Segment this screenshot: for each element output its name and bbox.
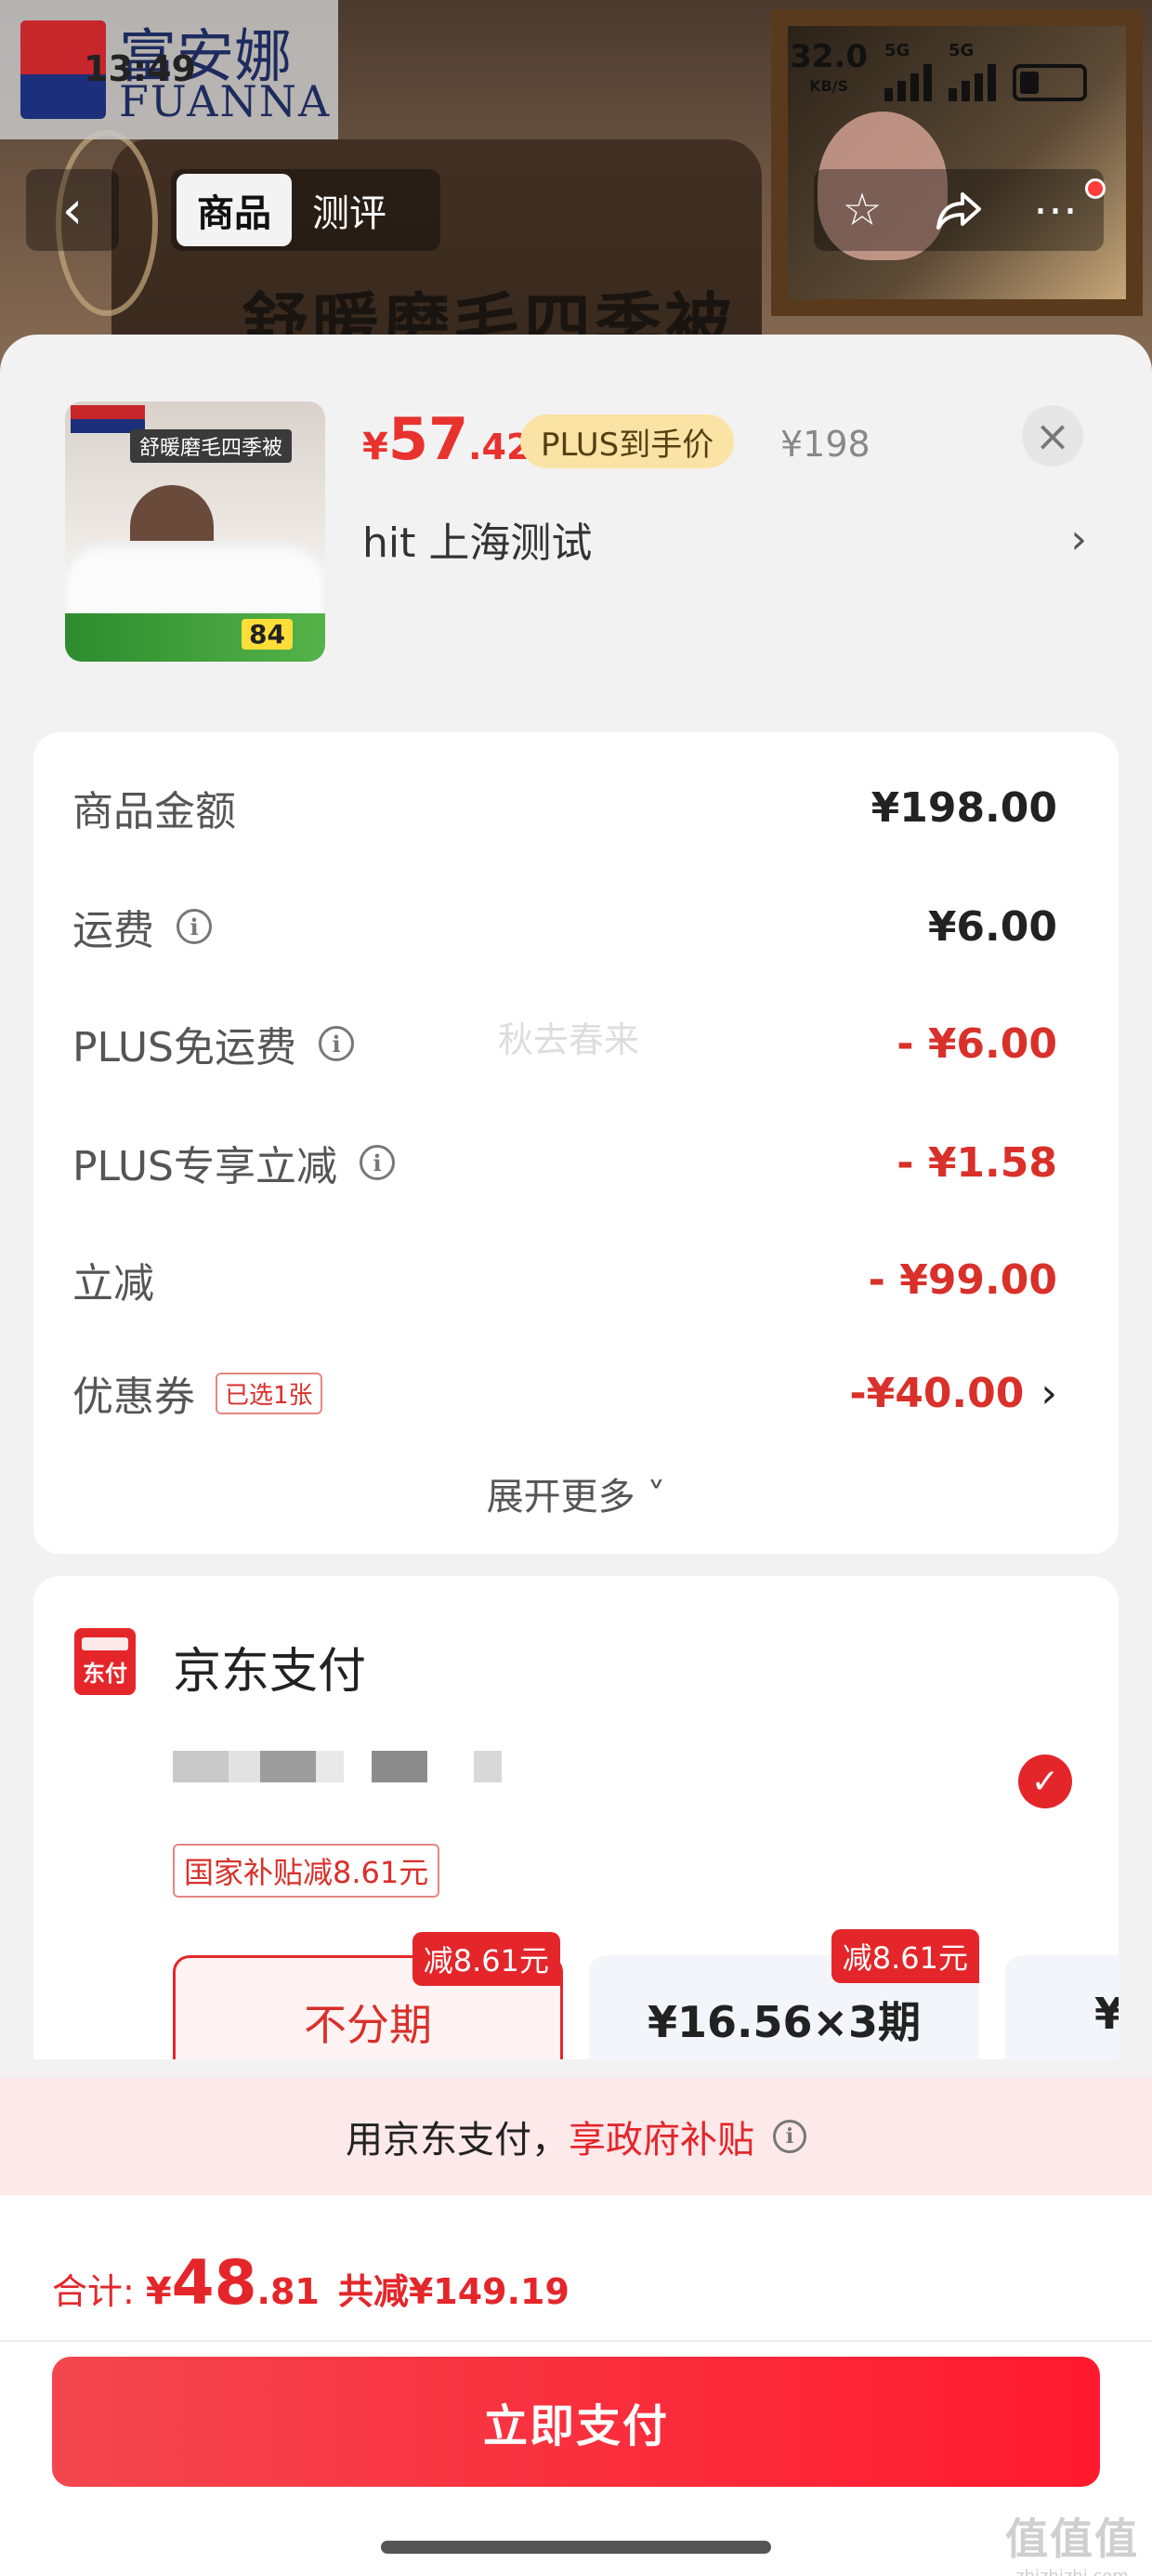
checkout-footer: 合计: ¥ 48 .81 共减¥149.19 立即支付 值值值 zhizhizh… <box>0 2195 1152 2576</box>
signal-5g-icon: 5G <box>884 41 932 101</box>
row-goods-amount: 商品金额 ¥198.00 <box>72 783 1057 836</box>
info-icon[interactable]: i <box>319 1026 354 1061</box>
close-icon: × <box>1034 411 1071 461</box>
home-indicator[interactable] <box>381 2541 771 2554</box>
original-price: ¥198 <box>780 424 871 465</box>
subsidy-tag: 国家补贴减8.61元 <box>173 1844 440 1898</box>
divider <box>0 2340 1152 2342</box>
payment-title: 京东支付 <box>173 1644 367 1700</box>
plan-more-installments[interactable]: ¥ <box>1005 1955 1119 2059</box>
coupon-selected-tag: 已选1张 <box>216 1372 322 1414</box>
product-thumbnail: 舒暖磨毛四季被 84 <box>65 401 325 662</box>
battery-icon <box>1013 64 1087 101</box>
masked-card-info <box>173 1751 502 1782</box>
price-breakdown-card: 商品金额 ¥198.00 运费 i ¥6.00 PLUS免运费 i - ¥6.00 … <box>33 732 1119 1554</box>
row-instant-discount: 立减 - ¥99.00 <box>72 1255 1057 1308</box>
chevron-right-icon: › <box>1070 515 1087 563</box>
thumb-title: 舒暖磨毛四季被 <box>130 429 293 463</box>
payment-method-card: 东付 京东支付 ✓ 国家补贴减8.61元 不分期 减8.61元 ¥16.56×3… <box>33 1576 1119 2059</box>
nav-tabs: 商品 测评 <box>171 169 440 251</box>
plus-price-badge: PLUS到手价 <box>520 414 735 468</box>
expand-more-button[interactable]: 展开更多 ˅ <box>33 1466 1119 1520</box>
row-plus-discount: PLUS专享立减 i - ¥1.58 <box>72 1138 1057 1191</box>
back-button[interactable]: ‹ <box>26 169 119 251</box>
network-speed: 32.0 KB/S <box>790 38 868 95</box>
chevron-left-icon: ‹ <box>61 179 84 241</box>
row-shipping: 运费 i ¥6.00 <box>72 902 1057 955</box>
tab-product[interactable]: 商品 <box>177 174 292 246</box>
row-coupon[interactable]: 优惠券 已选1张 -¥40.00 › <box>72 1360 1057 1426</box>
close-button[interactable]: × <box>1022 405 1083 467</box>
chevron-right-icon: › <box>1041 1369 1057 1417</box>
site-watermark: 值值值 zhizhizhi.com <box>1005 2514 1139 2576</box>
share-icon[interactable] <box>931 182 987 238</box>
star-icon[interactable]: ☆ <box>834 182 890 238</box>
spec-text: hit 上海测试 <box>362 519 593 567</box>
status-icons: 32.0 KB/S 5G 5G <box>790 41 1087 101</box>
jd-pay-icon: 东付 <box>74 1628 136 1695</box>
pay-now-button[interactable]: 立即支付 <box>52 2357 1100 2487</box>
notification-dot-icon <box>1085 178 1106 199</box>
plan-3-installments[interactable]: ¥16.56×3期 减8.61元 <box>589 1929 979 2059</box>
info-icon[interactable]: i <box>773 2120 806 2153</box>
selected-check-icon[interactable]: ✓ <box>1018 1755 1072 1808</box>
plan-discount-badge: 减8.61元 <box>831 1929 979 1983</box>
plus-price: ¥ 57 .42 <box>362 405 531 473</box>
info-icon[interactable]: i <box>177 909 212 944</box>
watermark-text: 秋去春来 <box>498 1019 640 1060</box>
info-icon[interactable]: i <box>360 1145 395 1180</box>
thumb-quilt <box>65 541 325 615</box>
more-icon[interactable]: ⋯ <box>1028 182 1083 238</box>
plan-discount-badge: 减8.61元 <box>412 1932 560 1986</box>
tab-review[interactable]: 测评 <box>292 174 407 246</box>
plan-no-installment[interactable]: 不分期 减8.61元 <box>173 1932 563 2059</box>
order-total: 合计: ¥ 48 .81 共减¥149.19 <box>52 2247 569 2319</box>
status-time: 13:49 <box>84 48 196 89</box>
nav-actions: ☆ ⋯ <box>814 169 1104 251</box>
thumb-promo-banner: 84 <box>65 613 325 662</box>
thumb-promo-number: 84 <box>242 619 293 650</box>
total-saved: 共减¥149.19 <box>337 2271 569 2312</box>
subsidy-strip[interactable]: 用京东支付， 享政府补贴 i <box>0 2078 1152 2195</box>
signal-5g-icon-2: 5G <box>949 41 996 101</box>
spec-selector[interactable]: hit 上海测试 › <box>362 511 1087 568</box>
